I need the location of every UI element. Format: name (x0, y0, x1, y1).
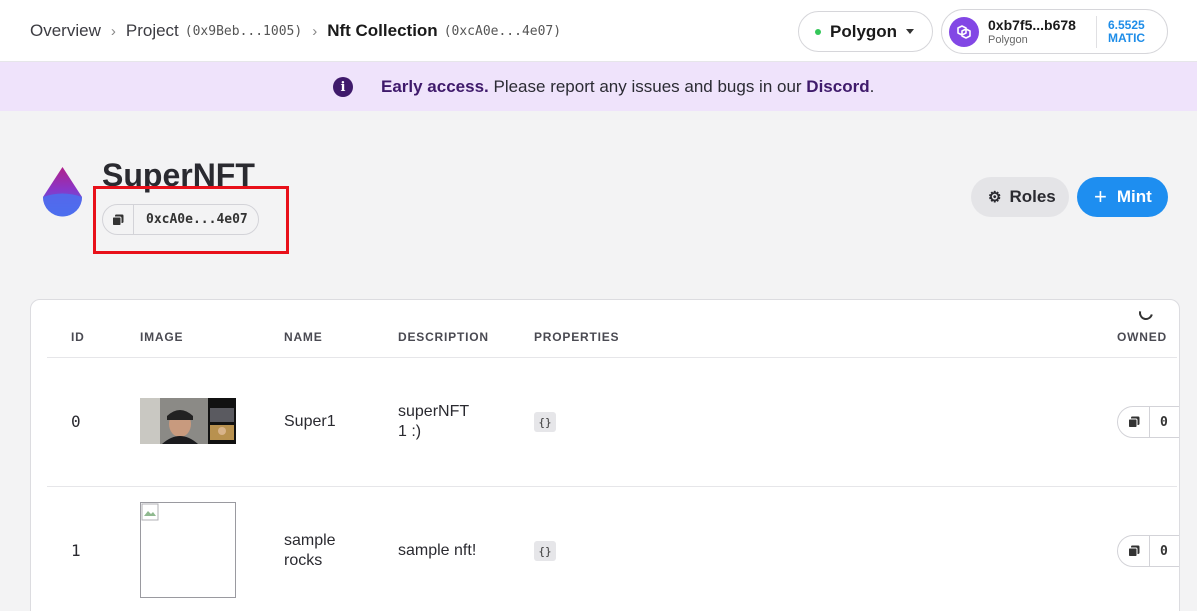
copy-icon[interactable] (1118, 407, 1150, 437)
highlight-box (93, 186, 289, 254)
wallet-balance-amount: 6.5525 (1108, 18, 1145, 32)
caret-down-icon (906, 29, 914, 34)
roles-label: Roles (1009, 187, 1056, 206)
column-header-owner: OWNED (1117, 330, 1167, 344)
network-label: Polygon (830, 21, 898, 41)
banner-message: Please report any issues and bugs in our (488, 77, 807, 96)
wallet-balance: 6.5525 MATIC (1108, 19, 1145, 45)
chevron-right-icon: › (110, 22, 116, 40)
mint-label: Mint (1116, 187, 1152, 206)
network-selector[interactable]: Polygon (798, 11, 933, 52)
early-access-banner: i Early access. Please report any issues… (0, 62, 1197, 111)
status-dot-icon (815, 28, 821, 35)
row-properties[interactable]: {} (534, 412, 556, 432)
divider (47, 357, 1177, 358)
row-properties[interactable]: {} (534, 541, 556, 561)
breadcrumb-project-address: (0x9Beb...1005) (184, 23, 303, 39)
discord-link[interactable]: Discord (806, 77, 869, 96)
gear-icon: ⚙ (988, 189, 1002, 206)
row-id: 1 (71, 541, 81, 560)
chevron-right-icon: › (312, 22, 318, 40)
broken-image-icon (141, 503, 159, 521)
column-header-name: NAME (284, 330, 323, 344)
row-id: 0 (71, 412, 81, 431)
column-header-description: DESCRIPTION (398, 330, 489, 344)
row-name: rocks (284, 552, 323, 569)
breadcrumb-collection[interactable]: Nft Collection (327, 21, 438, 41)
nft-table: ID IMAGE NAME DESCRIPTION PROPERTIES OWN… (30, 299, 1180, 611)
owner-address[interactable]: 0 (1150, 544, 1168, 559)
divider (47, 486, 1177, 487)
breadcrumb-collection-address: (0xcA0e...4e07) (443, 23, 562, 39)
wallet-address: 0xb7f5...b678 (988, 17, 1076, 33)
top-header: Overview › Project (0x9Beb...1005) › Nft… (0, 0, 1197, 62)
owner-address-pill: 0 (1117, 535, 1179, 567)
owner-address-pill: 0 (1117, 406, 1179, 438)
divider (1096, 16, 1097, 48)
nft-image (140, 502, 236, 598)
loading-spinner-icon (1136, 303, 1156, 323)
info-icon: i (333, 77, 353, 97)
breadcrumb: Overview › Project (0x9Beb...1005) › Nft… (30, 0, 561, 62)
row-description: sample nft! (398, 542, 477, 559)
polygon-logo-icon (949, 17, 979, 47)
row-name: Super1 (284, 413, 336, 430)
row-name: sample (284, 532, 336, 549)
wallet-balance-unit: MATIC (1108, 31, 1146, 45)
roles-button[interactable]: ⚙ Roles (971, 177, 1069, 217)
row-description: 1 :) (398, 423, 422, 440)
wallet-button[interactable]: 0xb7f5...b678 Polygon 6.5525 MATIC (941, 9, 1168, 54)
banner-strong: Early access. (381, 77, 489, 96)
column-header-image: IMAGE (140, 330, 184, 344)
banner-end: . (869, 77, 875, 96)
row-description: superNFT (398, 403, 470, 420)
copy-icon[interactable] (1118, 536, 1150, 566)
nft-image (140, 398, 236, 444)
banner-text: Early access. Please report any issues a… (381, 77, 874, 97)
plus-icon: + (1094, 184, 1107, 209)
owner-address[interactable]: 0 (1150, 415, 1168, 430)
column-header-id: ID (71, 330, 85, 344)
mint-button[interactable]: + Mint (1077, 177, 1168, 217)
column-header-properties: PROPERTIES (534, 330, 620, 344)
collection-logo-icon (41, 166, 84, 220)
breadcrumb-overview[interactable]: Overview (30, 21, 101, 41)
breadcrumb-project[interactable]: Project (126, 21, 179, 41)
wallet-network: Polygon (988, 34, 1028, 46)
